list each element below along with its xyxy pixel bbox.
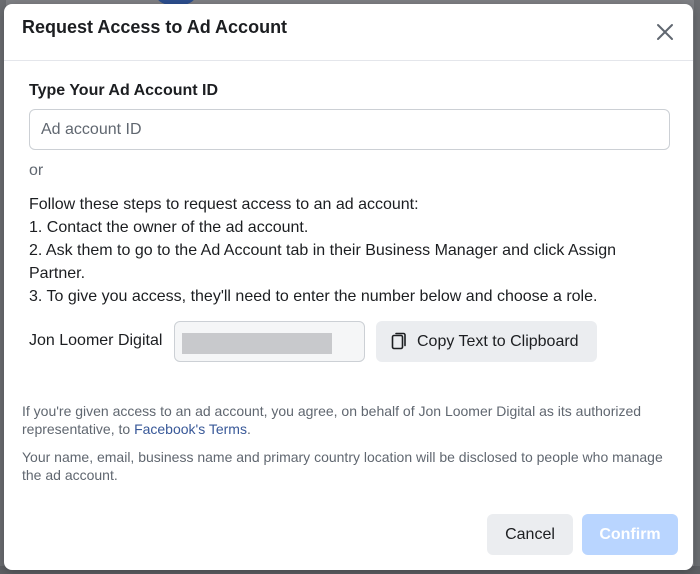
agreement-notice: If you're given access to an ad account,… (22, 402, 671, 438)
close-button[interactable] (649, 16, 681, 48)
instructions-step-1: 1. Contact the owner of the ad account. (29, 219, 309, 236)
ad-account-id-input[interactable] (29, 109, 670, 150)
request-access-dialog: Request Access to Ad Account Type Your A… (4, 4, 693, 570)
business-id-field (174, 321, 365, 362)
disclosure-notice: Your name, email, business name and prim… (22, 449, 663, 483)
dialog-header: Request Access to Ad Account (4, 4, 693, 61)
backdrop-right-edge (694, 0, 700, 574)
instructions: Follow these steps to request access to … (29, 193, 670, 308)
ad-account-id-label: Type Your Ad Account ID (29, 82, 219, 99)
copy-icon (391, 332, 406, 350)
instructions-step-2: 2. Ask them to go to the Ad Account tab … (29, 242, 617, 282)
cancel-button[interactable]: Cancel (487, 514, 573, 555)
instructions-step-3: 3. To give you access, they'll need to e… (29, 288, 598, 305)
close-icon (657, 24, 673, 40)
copy-button-label: Copy Text to Clipboard (417, 333, 579, 350)
confirm-button[interactable]: Confirm (582, 514, 678, 555)
partner-id-row: Jon Loomer Digital Copy Text to Clipboar… (29, 321, 669, 362)
agreement-text: If you're given access to an ad account,… (22, 403, 642, 437)
copy-to-clipboard-button[interactable]: Copy Text to Clipboard (376, 321, 597, 362)
or-separator: or (29, 162, 44, 179)
partner-name: Jon Loomer Digital (29, 332, 163, 349)
agreement-end: . (246, 421, 251, 437)
dialog-title: Request Access to Ad Account (22, 17, 288, 37)
facebook-terms-link[interactable]: Facebook's Terms (134, 421, 247, 437)
redacted-business-id (182, 333, 332, 354)
instructions-intro: Follow these steps to request access to … (29, 196, 419, 213)
